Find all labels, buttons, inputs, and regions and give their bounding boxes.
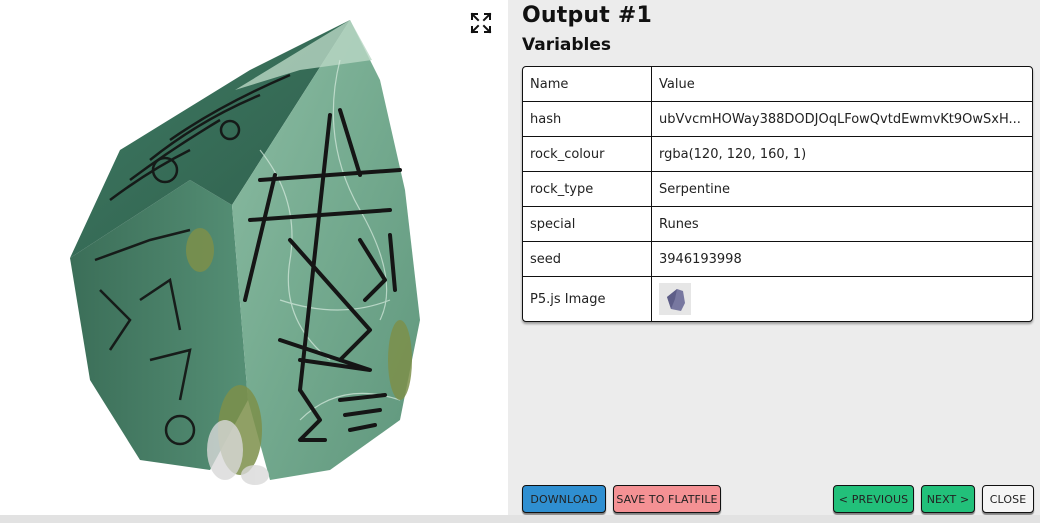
download-button[interactable]: DOWNLOAD (522, 485, 606, 513)
var-value (652, 277, 1032, 321)
previous-button[interactable]: < PREVIOUS (833, 485, 914, 513)
table-row: special Runes (523, 207, 1032, 242)
bottom-strip (0, 515, 1040, 523)
table-row: seed 3946193998 (523, 242, 1032, 277)
table-row: rock_type Serpentine (523, 172, 1032, 207)
rock-thumbnail-icon (667, 289, 685, 311)
rock-image (70, 20, 420, 485)
output-title: Output #1 (522, 3, 653, 28)
table-row: hash ubVvcmHOWay388DODJOqLFowQvtdEwmvKt9… (523, 102, 1032, 137)
table-header-row: Name Value (523, 67, 1032, 102)
close-button[interactable]: CLOSE (982, 485, 1034, 513)
var-name: special (523, 207, 652, 241)
header-value: Value (659, 76, 695, 92)
var-value: 3946193998 (659, 251, 742, 267)
var-value: Serpentine (659, 181, 731, 197)
p5-image-thumbnail[interactable] (659, 283, 691, 315)
save-to-flatfile-button[interactable]: SAVE TO FLATFILE (613, 485, 721, 513)
var-name: rock_type (523, 172, 652, 206)
expand-icon (470, 12, 492, 34)
var-name: P5.js Image (523, 277, 652, 321)
header-name: Name (523, 67, 652, 101)
variables-title: Variables (522, 35, 612, 55)
output-image-panel (0, 0, 508, 515)
var-value: ubVvcmHOWay388DODJOqLFowQvtdEwmvKt9OwSxH… (659, 111, 1021, 127)
expand-button[interactable] (470, 12, 502, 44)
var-value: Runes (659, 216, 699, 232)
var-name: seed (523, 242, 652, 276)
next-button[interactable]: NEXT > (921, 485, 975, 513)
table-row: P5.js Image (523, 277, 1032, 321)
var-name: rock_colour (523, 137, 652, 171)
table-row: rock_colour rgba(120, 120, 160, 1) (523, 137, 1032, 172)
var-name: hash (523, 102, 652, 136)
var-value: rgba(120, 120, 160, 1) (659, 146, 807, 162)
variables-table: Name Value hash ubVvcmHOWay388DODJOqLFow… (522, 66, 1033, 322)
